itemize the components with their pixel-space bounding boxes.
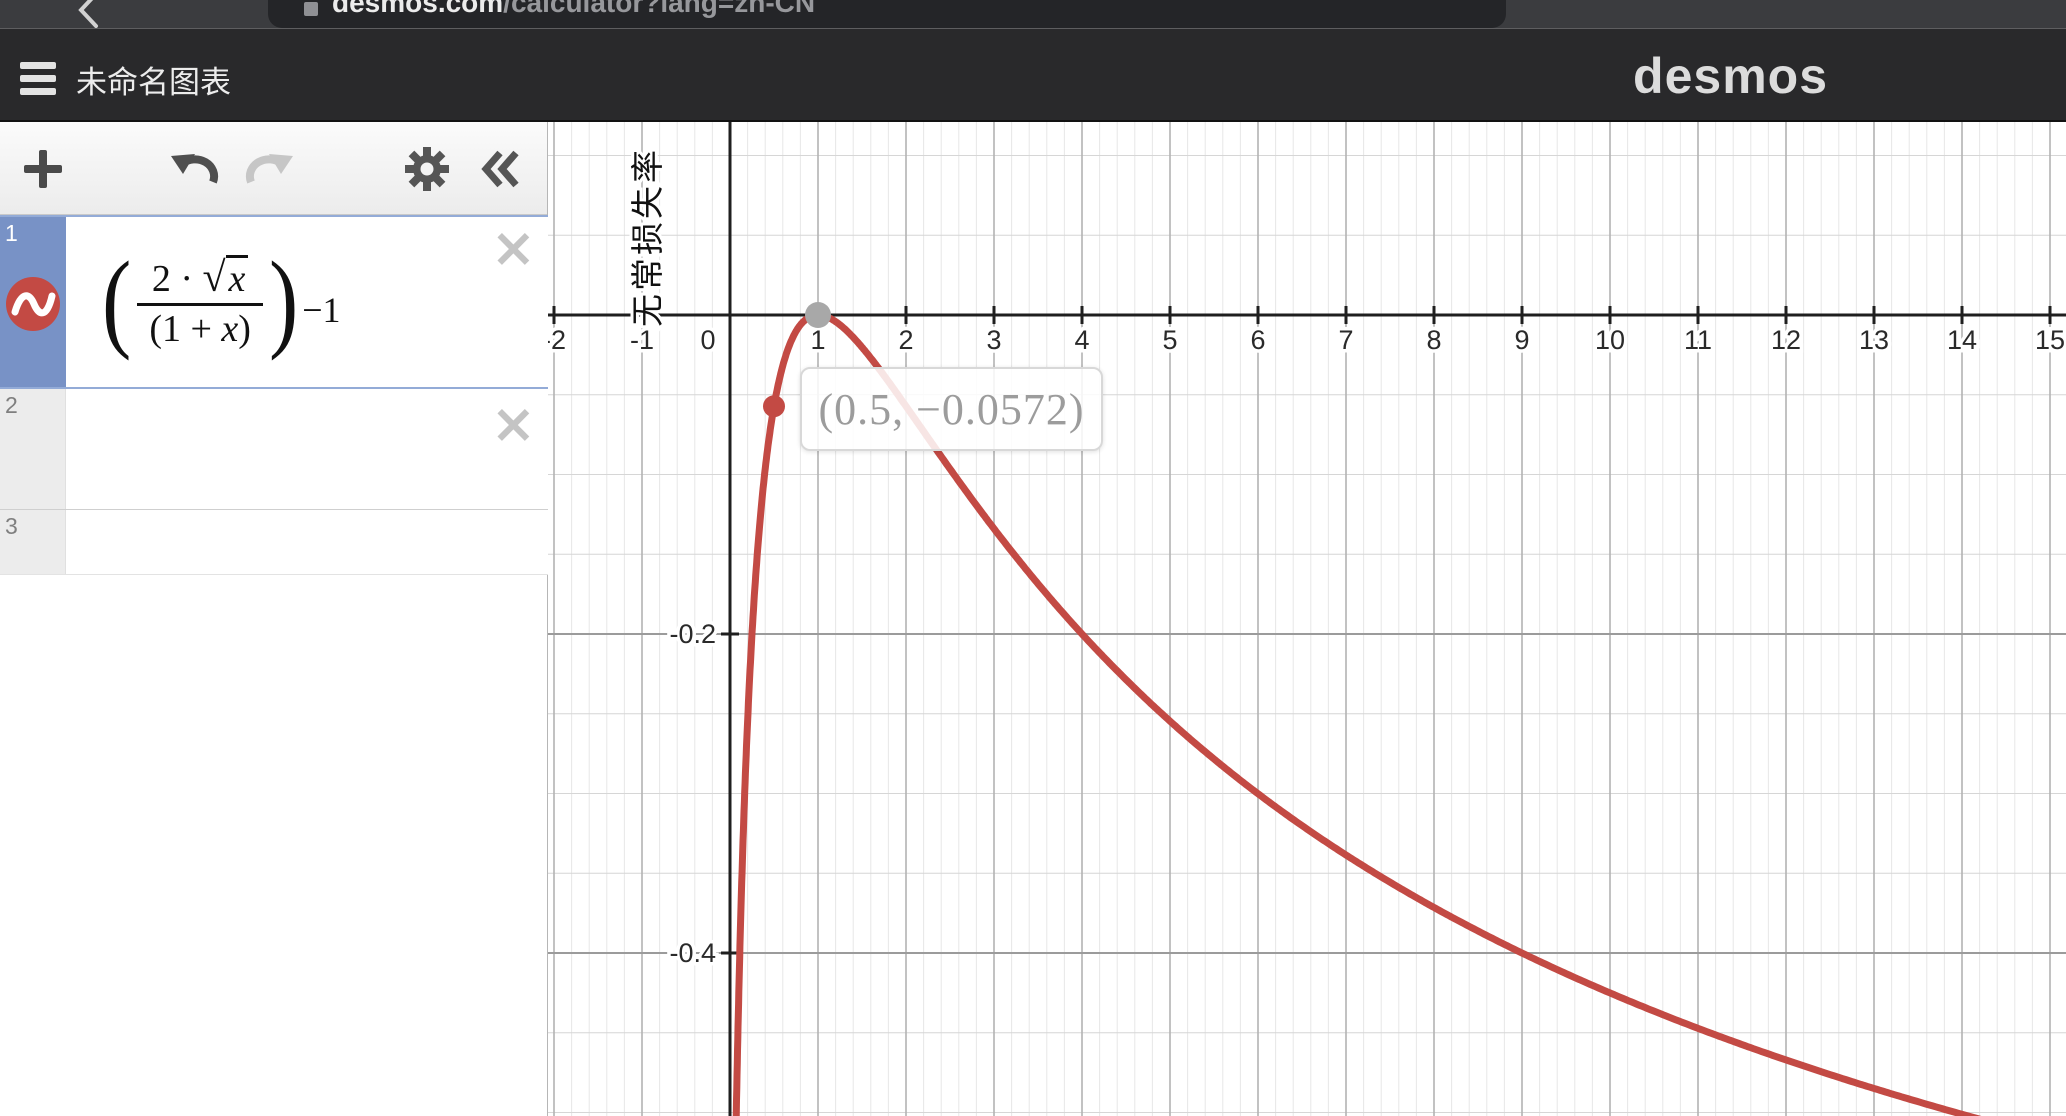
address-bar[interactable]: desmos.com/calculator?lang=zh-CN [268, 0, 1506, 28]
x-axis-label: 6 [1250, 325, 1265, 355]
expression-1-formula: ( 2 · √x (1 + x) ) −1 [66, 253, 341, 352]
x-axis-label: 3 [986, 325, 1001, 355]
site-security-icon[interactable] [304, 2, 318, 16]
expression-3-index: 3 [5, 513, 18, 540]
collapse-panel-button[interactable] [466, 122, 536, 215]
expression-1-index: 1 [5, 220, 18, 247]
expression-1-style-icon[interactable] [5, 276, 61, 332]
x-axis-label: 0 [700, 325, 715, 355]
radical-icon: √ [202, 255, 225, 301]
formula-suffix: −1 [302, 289, 340, 331]
x-axis-label: 8 [1426, 325, 1441, 355]
browser-toolbar: desmos.com/calculator?lang=zh-CN [0, 0, 2066, 28]
y-axis-caption: 无常损失率 [629, 147, 666, 327]
delete-expression-2-icon[interactable]: × [491, 397, 536, 451]
fraction: 2 · √x (1 + x) [137, 253, 263, 352]
expression-1-gutter[interactable]: 1 [0, 217, 66, 387]
expression-row-2[interactable]: 2 × [0, 389, 548, 510]
redo-button[interactable] [234, 122, 304, 215]
y-axis-label: -0.2 [669, 619, 716, 649]
x-axis-label: 10 [1595, 325, 1625, 355]
undo-button[interactable] [160, 122, 230, 215]
point-tooltip: (0.5, −0.0572) [800, 367, 1103, 451]
url-path: /calculator?lang=zh-CN [503, 0, 815, 18]
url-host: desmos.com [332, 0, 503, 18]
expression-panel: 1 ( 2 · √x (1 + x) ) −1 × 2 × [0, 122, 548, 1116]
fraction-numerator: 2 · √x [140, 253, 261, 303]
x-axis-label: 2 [898, 325, 913, 355]
x-axis-label: -2 [548, 325, 566, 355]
expression-1-content[interactable]: ( 2 · √x (1 + x) ) −1 × [66, 217, 548, 387]
gear-icon [402, 144, 452, 194]
close-paren: ) [267, 247, 300, 357]
graph-canvas[interactable]: -2-10123456789101112131415-0.2-0.4无常损失率 [548, 122, 2066, 1116]
x-axis-label: 14 [1947, 325, 1977, 355]
desmos-header: 未命名图表 desmos [0, 28, 2066, 122]
graph-settings-button[interactable] [392, 122, 462, 215]
browser-back-icon[interactable] [72, 0, 106, 28]
graph-title[interactable]: 未命名图表 [76, 57, 231, 102]
x-axis-label: 11 [1684, 325, 1712, 355]
expression-2-content[interactable]: × [66, 389, 548, 509]
x-axis-label: 15 [2035, 325, 2065, 355]
delete-expression-1-icon[interactable]: × [491, 221, 536, 275]
plus-icon [20, 146, 66, 192]
open-paren: ( [100, 247, 133, 357]
x-axis-label: 5 [1162, 325, 1177, 355]
x-axis-label: 7 [1338, 325, 1353, 355]
expression-row-3[interactable]: 3 [0, 510, 548, 575]
expression-2-index: 2 [5, 392, 18, 419]
plot-point-1[interactable] [763, 395, 785, 417]
expression-toolbar [0, 122, 547, 215]
expression-3-gutter[interactable]: 3 [0, 510, 66, 574]
graph-paper[interactable]: -2-10123456789101112131415-0.2-0.4无常损失率 … [548, 122, 2066, 1116]
desmos-logo: desmos [1633, 47, 1828, 105]
url-text[interactable]: desmos.com/calculator?lang=zh-CN [332, 0, 815, 19]
expression-2-gutter[interactable]: 2 [0, 389, 66, 509]
x-axis-label: 9 [1514, 325, 1529, 355]
y-axis-label: -0.4 [669, 938, 716, 968]
fraction-denominator: (1 + x) [137, 303, 263, 352]
plot-point-0[interactable] [805, 302, 831, 328]
x-axis-label: 4 [1074, 325, 1089, 355]
main-menu-icon[interactable] [20, 62, 56, 95]
x-axis-label: 12 [1771, 325, 1801, 355]
undo-icon [169, 146, 221, 192]
expression-3-content[interactable] [66, 510, 548, 574]
x-axis-label: 13 [1859, 325, 1889, 355]
expression-row-1[interactable]: 1 ( 2 · √x (1 + x) ) −1 × [0, 215, 548, 389]
x-axis-label: -1 [630, 325, 654, 355]
add-expression-button[interactable] [8, 122, 78, 215]
redo-icon [243, 146, 295, 192]
x-axis-label: 1 [810, 325, 825, 355]
chevrons-left-icon [478, 147, 524, 191]
